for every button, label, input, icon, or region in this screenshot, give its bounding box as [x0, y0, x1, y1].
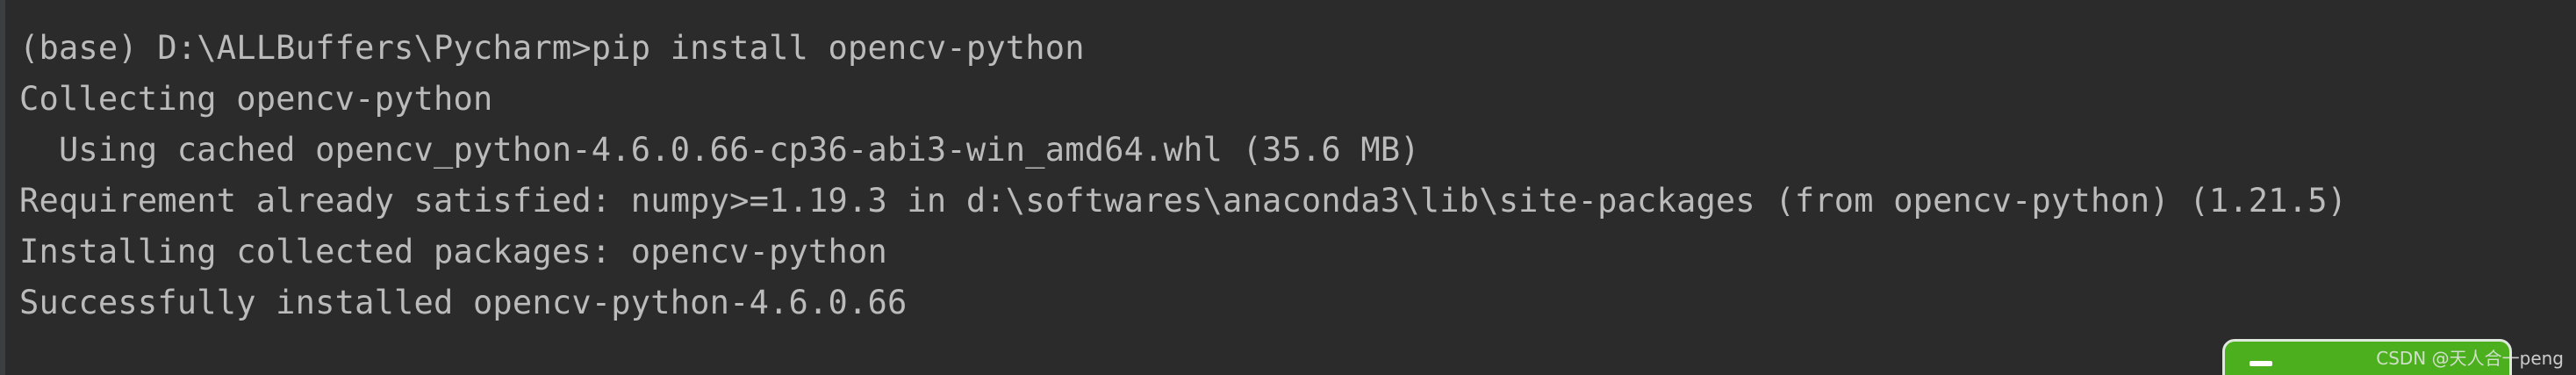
terminal-output: (base) D:\ALLBuffers\Pycharm>pip install…: [19, 23, 2347, 328]
output-line-installing: Installing collected packages: opencv-py…: [19, 233, 887, 270]
badge-icon: [2250, 361, 2272, 366]
command-prompt-line: (base) D:\ALLBuffers\Pycharm>pip install…: [19, 29, 1085, 67]
output-line-collecting: Collecting opencv-python: [19, 80, 493, 118]
terminal-window[interactable]: (base) D:\ALLBuffers\Pycharm>pip install…: [0, 0, 2576, 375]
output-line-using-cached: Using cached opencv_python-4.6.0.66-cp36…: [19, 131, 1420, 169]
output-line-requirement: Requirement already satisfied: numpy>=1.…: [19, 182, 2348, 220]
csdn-watermark: CSDN @天人合一peng: [2376, 348, 2564, 369]
output-line-success: Successfully installed opencv-python-4.6…: [19, 284, 908, 321]
terminal-gutter: [0, 0, 5, 375]
